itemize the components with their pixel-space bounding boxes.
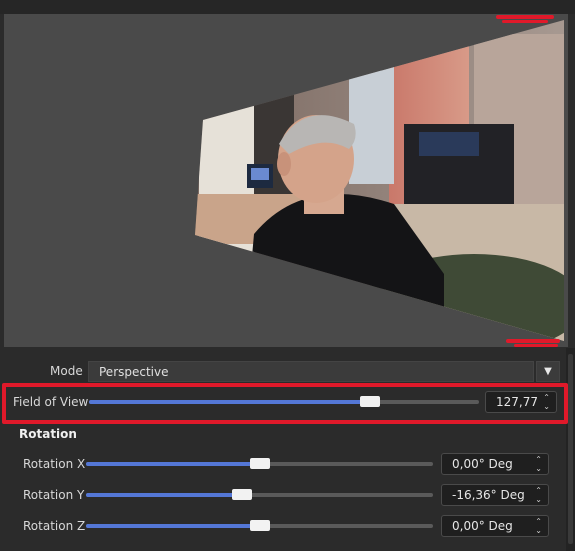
redaction-mark bbox=[506, 339, 560, 343]
rotation-y-label: Rotation Y bbox=[23, 488, 85, 502]
spin-arrows-icon[interactable]: ⌃ ⌄ bbox=[543, 393, 550, 411]
slider-handle[interactable] bbox=[250, 520, 270, 531]
rotation-y-spinbox[interactable]: -16,36° Deg ⌃ ⌄ bbox=[441, 484, 549, 506]
field-of-view-label: Field of View bbox=[13, 395, 89, 409]
rotation-x-value: 0,00° Deg bbox=[452, 457, 513, 471]
rotation-x-slider[interactable] bbox=[86, 458, 433, 469]
slider-handle[interactable] bbox=[360, 396, 380, 407]
field-of-view-slider[interactable] bbox=[89, 396, 479, 407]
rotation-z-value: 0,00° Deg bbox=[452, 519, 513, 533]
spin-arrows-icon[interactable]: ⌃ ⌄ bbox=[535, 455, 542, 473]
redaction-mark bbox=[502, 20, 548, 23]
slider-fill bbox=[86, 524, 260, 528]
slider-fill bbox=[86, 462, 260, 466]
slider-handle[interactable] bbox=[232, 489, 252, 500]
redaction-mark bbox=[496, 15, 554, 19]
top-strip bbox=[0, 0, 575, 14]
slider-fill bbox=[89, 400, 370, 404]
rotation-x-spinbox[interactable]: 0,00° Deg ⌃ ⌄ bbox=[441, 453, 549, 475]
scrollbar[interactable] bbox=[566, 348, 575, 551]
slider-handle[interactable] bbox=[250, 458, 270, 469]
transformed-video-frame bbox=[195, 20, 564, 341]
rotation-section-title: Rotation bbox=[19, 427, 77, 441]
rotation-z-label: Rotation Z bbox=[23, 519, 86, 533]
rotation-z-slider[interactable] bbox=[86, 520, 433, 531]
mode-label: Mode bbox=[50, 364, 83, 378]
scrollbar-thumb[interactable] bbox=[568, 354, 573, 544]
chevron-down-icon[interactable]: ▼ bbox=[536, 361, 560, 382]
rotation-x-label: Rotation X bbox=[23, 457, 86, 471]
spin-arrows-icon[interactable]: ⌃ ⌄ bbox=[535, 486, 542, 504]
rotation-y-slider[interactable] bbox=[86, 489, 433, 500]
field-of-view-spinbox[interactable]: 127,77 ⌃ ⌄ bbox=[485, 391, 557, 413]
rotation-z-spinbox[interactable]: 0,00° Deg ⌃ ⌄ bbox=[441, 515, 549, 537]
spin-arrows-icon[interactable]: ⌃ ⌄ bbox=[535, 517, 542, 535]
redaction-mark bbox=[514, 344, 558, 347]
mode-select[interactable]: Perspective bbox=[88, 361, 534, 382]
source-preview bbox=[4, 14, 568, 347]
field-of-view-value: 127,77 bbox=[496, 395, 538, 409]
rotation-y-value: -16,36° Deg bbox=[452, 488, 525, 502]
slider-fill bbox=[86, 493, 242, 497]
